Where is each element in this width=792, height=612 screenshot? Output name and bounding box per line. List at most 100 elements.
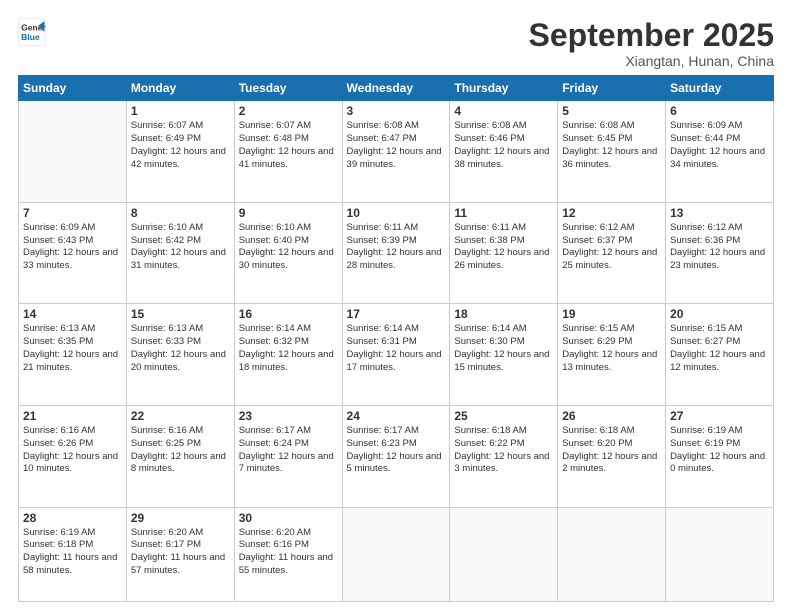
day-number: 1 <box>131 104 230 118</box>
day-info: Sunrise: 6:10 AM Sunset: 6:40 PM Dayligh… <box>239 222 338 273</box>
month-title: September 2025 <box>529 18 774 53</box>
table-row: 11 Sunrise: 6:11 AM Sunset: 6:38 PM Dayli… <box>450 202 558 304</box>
day-number: 29 <box>131 511 230 525</box>
table-row: 24 Sunrise: 6:17 AM Sunset: 6:23 PM Dayli… <box>342 406 450 508</box>
day-number: 5 <box>562 104 661 118</box>
table-row: 9 Sunrise: 6:10 AM Sunset: 6:40 PM Daylig… <box>234 202 342 304</box>
table-row: 22 Sunrise: 6:16 AM Sunset: 6:25 PM Dayli… <box>126 406 234 508</box>
table-row: 10Sunrise: 6:11 AM Sunset: 6:39 PM Dayli… <box>342 202 450 304</box>
day-number: 23 <box>239 409 338 423</box>
table-row: 30 Sunrise: 6:20 AM Sunset: 6:16 PM Dayli… <box>234 507 342 601</box>
table-row: 27 Sunrise: 6:19 AM Sunset: 6:19 PM Dayli… <box>666 406 774 508</box>
day-number: 14 <box>23 307 122 321</box>
day-number: 9 <box>239 206 338 220</box>
day-number: 4 <box>454 104 553 118</box>
day-number: 17 <box>347 307 446 321</box>
day-number: 12 <box>562 206 661 220</box>
table-row: 15Sunrise: 6:13 AM Sunset: 6:33 PM Dayli… <box>126 304 234 406</box>
day-info: Sunrise: 6:08 AM Sunset: 6:46 PM Dayligh… <box>454 120 553 171</box>
day-info: Sunrise: 6:07 AM Sunset: 6:49 PM Dayligh… <box>131 120 230 171</box>
day-number: 16 <box>239 307 338 321</box>
day-info: Sunrise: 6:10 AM Sunset: 6:42 PM Dayligh… <box>131 222 230 273</box>
day-number: 28 <box>23 511 122 525</box>
col-monday: Monday <box>126 76 234 101</box>
day-info: Sunrise: 6:08 AM Sunset: 6:45 PM Dayligh… <box>562 120 661 171</box>
day-info: Sunrise: 6:20 AM Sunset: 6:17 PM Dayligh… <box>131 527 230 578</box>
logo-icon: General Blue <box>18 18 46 46</box>
day-info: Sunrise: 6:12 AM Sunset: 6:36 PM Dayligh… <box>670 222 769 273</box>
col-saturday: Saturday <box>666 76 774 101</box>
table-row <box>558 507 666 601</box>
day-number: 26 <box>562 409 661 423</box>
table-row: 16 Sunrise: 6:14 AM Sunset: 6:32 PM Dayli… <box>234 304 342 406</box>
col-thursday: Thursday <box>450 76 558 101</box>
day-number: 10 <box>347 206 446 220</box>
day-number: 18 <box>454 307 553 321</box>
table-row: 20Sunrise: 6:15 AM Sunset: 6:27 PM Dayli… <box>666 304 774 406</box>
day-info: Sunrise: 6:14 AM Sunset: 6:30 PM Dayligh… <box>454 323 553 374</box>
day-info: Sunrise: 6:17 AM Sunset: 6:23 PM Dayligh… <box>347 425 446 476</box>
day-info: Sunrise: 6:13 AM Sunset: 6:33 PM Dayligh… <box>131 323 230 374</box>
table-row <box>19 101 127 203</box>
col-tuesday: Tuesday <box>234 76 342 101</box>
day-number: 3 <box>347 104 446 118</box>
table-row: 5 Sunrise: 6:08 AM Sunset: 6:45 PM Daylig… <box>558 101 666 203</box>
day-info: Sunrise: 6:07 AM Sunset: 6:48 PM Dayligh… <box>239 120 338 171</box>
day-info: Sunrise: 6:08 AM Sunset: 6:47 PM Dayligh… <box>347 120 446 171</box>
table-row: 13 Sunrise: 6:12 AM Sunset: 6:36 PM Dayli… <box>666 202 774 304</box>
table-row: 3 Sunrise: 6:08 AM Sunset: 6:47 PM Daylig… <box>342 101 450 203</box>
day-number: 30 <box>239 511 338 525</box>
day-number: 24 <box>347 409 446 423</box>
day-number: 22 <box>131 409 230 423</box>
table-row: 14 Sunrise: 6:13 AM Sunset: 6:35 PM Dayli… <box>19 304 127 406</box>
day-number: 25 <box>454 409 553 423</box>
day-number: 13 <box>670 206 769 220</box>
table-row: 6 Sunrise: 6:09 AM Sunset: 6:44 PM Daylig… <box>666 101 774 203</box>
header: General Blue General Blue September 2025… <box>18 18 774 69</box>
day-info: Sunrise: 6:14 AM Sunset: 6:31 PM Dayligh… <box>347 323 446 374</box>
day-info: Sunrise: 6:11 AM Sunset: 6:38 PM Dayligh… <box>454 222 553 273</box>
day-number: 21 <box>23 409 122 423</box>
table-row: 18 Sunrise: 6:14 AM Sunset: 6:30 PM Dayli… <box>450 304 558 406</box>
table-row: 23 Sunrise: 6:17 AM Sunset: 6:24 PM Dayli… <box>234 406 342 508</box>
table-row: 7Sunrise: 6:09 AM Sunset: 6:43 PM Daylig… <box>19 202 127 304</box>
day-info: Sunrise: 6:15 AM Sunset: 6:29 PM Dayligh… <box>562 323 661 374</box>
day-info: Sunrise: 6:09 AM Sunset: 6:43 PM Dayligh… <box>23 222 122 273</box>
table-row: 19 Sunrise: 6:15 AM Sunset: 6:29 PM Dayli… <box>558 304 666 406</box>
svg-text:Blue: Blue <box>21 32 40 42</box>
page: General Blue General Blue September 2025… <box>0 0 792 612</box>
table-row <box>450 507 558 601</box>
day-info: Sunrise: 6:19 AM Sunset: 6:19 PM Dayligh… <box>670 425 769 476</box>
day-info: Sunrise: 6:18 AM Sunset: 6:20 PM Dayligh… <box>562 425 661 476</box>
day-info: Sunrise: 6:17 AM Sunset: 6:24 PM Dayligh… <box>239 425 338 476</box>
day-info: Sunrise: 6:16 AM Sunset: 6:25 PM Dayligh… <box>131 425 230 476</box>
day-info: Sunrise: 6:19 AM Sunset: 6:18 PM Dayligh… <box>23 527 122 578</box>
table-row: 4 Sunrise: 6:08 AM Sunset: 6:46 PM Daylig… <box>450 101 558 203</box>
day-info: Sunrise: 6:13 AM Sunset: 6:35 PM Dayligh… <box>23 323 122 374</box>
day-info: Sunrise: 6:09 AM Sunset: 6:44 PM Dayligh… <box>670 120 769 171</box>
day-number: 6 <box>670 104 769 118</box>
day-number: 8 <box>131 206 230 220</box>
table-row: 25 Sunrise: 6:18 AM Sunset: 6:22 PM Dayli… <box>450 406 558 508</box>
calendar-table: Sunday Monday Tuesday Wednesday Thursday… <box>18 75 774 602</box>
table-row: 28 Sunrise: 6:19 AM Sunset: 6:18 PM Dayli… <box>19 507 127 601</box>
table-row <box>666 507 774 601</box>
day-info: Sunrise: 6:15 AM Sunset: 6:27 PM Dayligh… <box>670 323 769 374</box>
day-info: Sunrise: 6:14 AM Sunset: 6:32 PM Dayligh… <box>239 323 338 374</box>
day-info: Sunrise: 6:18 AM Sunset: 6:22 PM Dayligh… <box>454 425 553 476</box>
col-wednesday: Wednesday <box>342 76 450 101</box>
col-sunday: Sunday <box>19 76 127 101</box>
location: Xiangtan, Hunan, China <box>529 53 774 69</box>
calendar-header-row: Sunday Monday Tuesday Wednesday Thursday… <box>19 76 774 101</box>
day-number: 2 <box>239 104 338 118</box>
col-friday: Friday <box>558 76 666 101</box>
day-number: 11 <box>454 206 553 220</box>
day-info: Sunrise: 6:12 AM Sunset: 6:37 PM Dayligh… <box>562 222 661 273</box>
table-row: 26 Sunrise: 6:18 AM Sunset: 6:20 PM Dayli… <box>558 406 666 508</box>
day-info: Sunrise: 6:20 AM Sunset: 6:16 PM Dayligh… <box>239 527 338 578</box>
day-number: 19 <box>562 307 661 321</box>
table-row: 17 Sunrise: 6:14 AM Sunset: 6:31 PM Dayli… <box>342 304 450 406</box>
day-number: 27 <box>670 409 769 423</box>
day-info: Sunrise: 6:16 AM Sunset: 6:26 PM Dayligh… <box>23 425 122 476</box>
table-row: 2 Sunrise: 6:07 AM Sunset: 6:48 PM Daylig… <box>234 101 342 203</box>
